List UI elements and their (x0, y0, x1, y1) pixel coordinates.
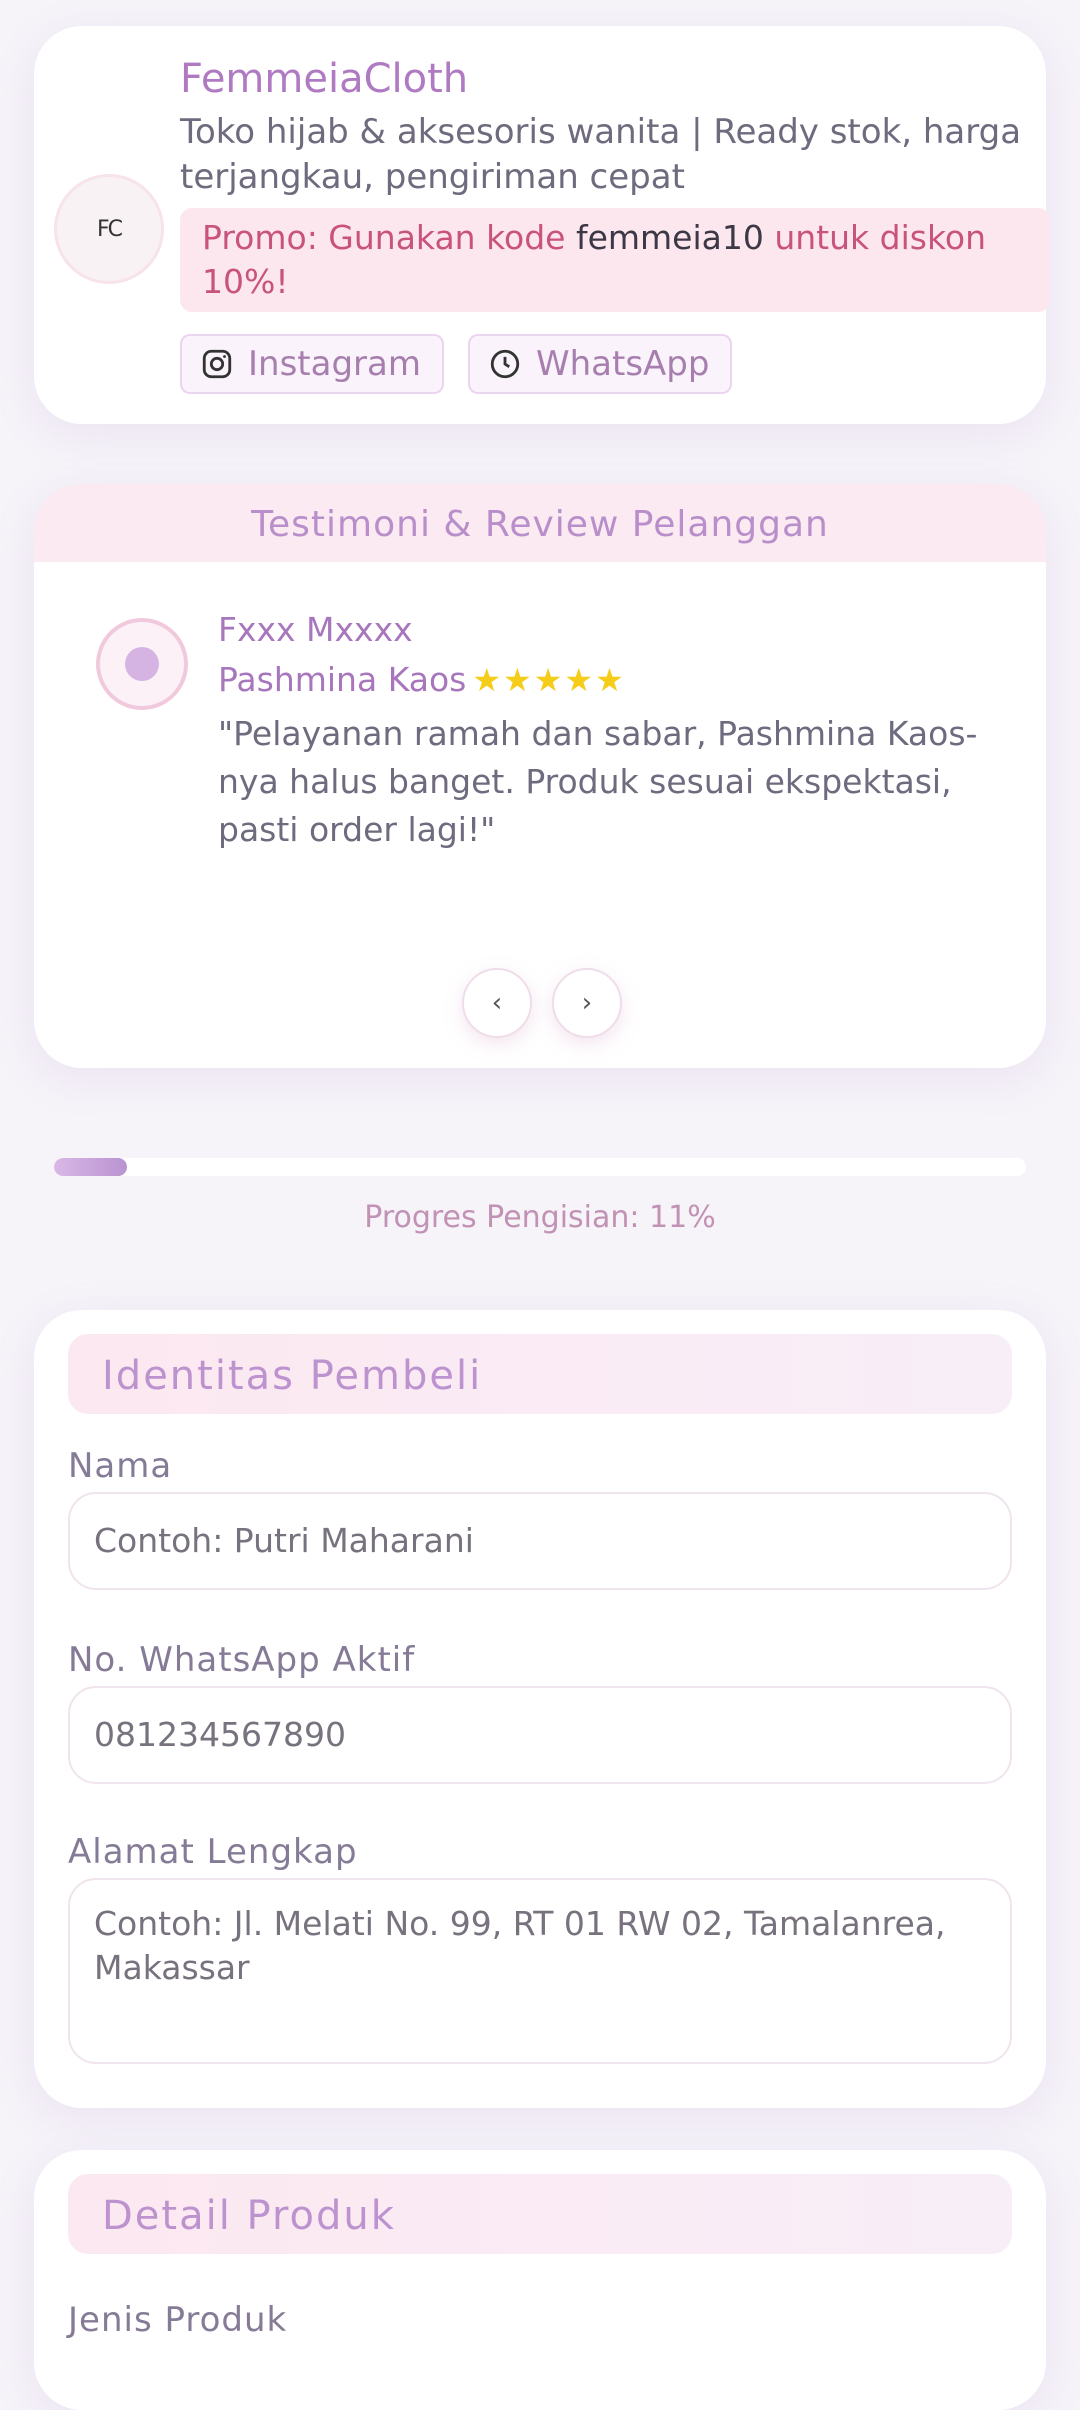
promo-banner: Promo: Gunakan kode femmeia10 untuk disk… (180, 208, 1050, 312)
instagram-label: Instagram (248, 344, 421, 384)
instagram-icon (202, 349, 232, 379)
address-textarea[interactable]: Contoh: Jl. Melati No. 99, RT 01 RW 02, … (68, 1878, 1012, 2064)
name-input[interactable]: Contoh: Putri Maharani (68, 1492, 1012, 1590)
shop-header-card: FC FemmeiaCloth Toko hijab & aksesoris w… (34, 26, 1050, 424)
reviewer-avatar (96, 618, 188, 710)
star-rating: ★★★★★ (472, 661, 626, 699)
whatsapp-number-label: No. WhatsApp Aktif (68, 1640, 416, 1680)
whatsapp-icon (490, 349, 520, 379)
instagram-button[interactable]: Instagram (180, 334, 444, 394)
shop-name: FemmeiaCloth (180, 56, 469, 102)
reviewed-product: Pashmina Kaos ★★★★★ (218, 660, 626, 699)
whatsapp-label: WhatsApp (536, 344, 710, 384)
section-title-product: Detail Produk (68, 2174, 1012, 2254)
next-testimonial-button[interactable]: › (552, 968, 622, 1038)
testimonial-title: Testimoni & Review Pelanggan (34, 484, 1046, 562)
section-title-buyer: Identitas Pembeli (68, 1334, 1012, 1414)
progress-bar (54, 1158, 1026, 1176)
avatar-dot (125, 647, 159, 681)
testimonial-card: Testimoni & Review Pelanggan Fxxx Mxxxx … (34, 484, 1046, 1068)
whatsapp-button[interactable]: WhatsApp (468, 334, 732, 394)
name-label: Nama (68, 1446, 173, 1486)
buyer-identity-card: Identitas Pembeli Nama Contoh: Putri Mah… (34, 1310, 1046, 2108)
promo-code: femmeia10 (575, 218, 764, 257)
prev-testimonial-button[interactable]: ‹ (462, 968, 532, 1038)
product-type-label: Jenis Produk (68, 2300, 288, 2340)
shop-description: Toko hijab & aksesoris wanita | Ready st… (180, 112, 1022, 197)
reviewer-name: Fxxx Mxxxx (218, 610, 413, 649)
promo-prefix: Promo: Gunakan kode (202, 218, 576, 257)
review-quote: "Pelayanan ramah dan sabar, Pashmina Kao… (218, 714, 978, 849)
whatsapp-number-input[interactable]: 081234567890 (68, 1686, 1012, 1784)
address-label: Alamat Lengkap (68, 1832, 358, 1872)
progress-fill (54, 1158, 127, 1176)
progress-label: Progres Pengisian: 11% (364, 1200, 716, 1235)
reviewed-product-name: Pashmina Kaos (218, 660, 467, 699)
shop-logo: FC (54, 174, 164, 284)
product-detail-card: Detail Produk Jenis Produk (34, 2150, 1046, 2410)
